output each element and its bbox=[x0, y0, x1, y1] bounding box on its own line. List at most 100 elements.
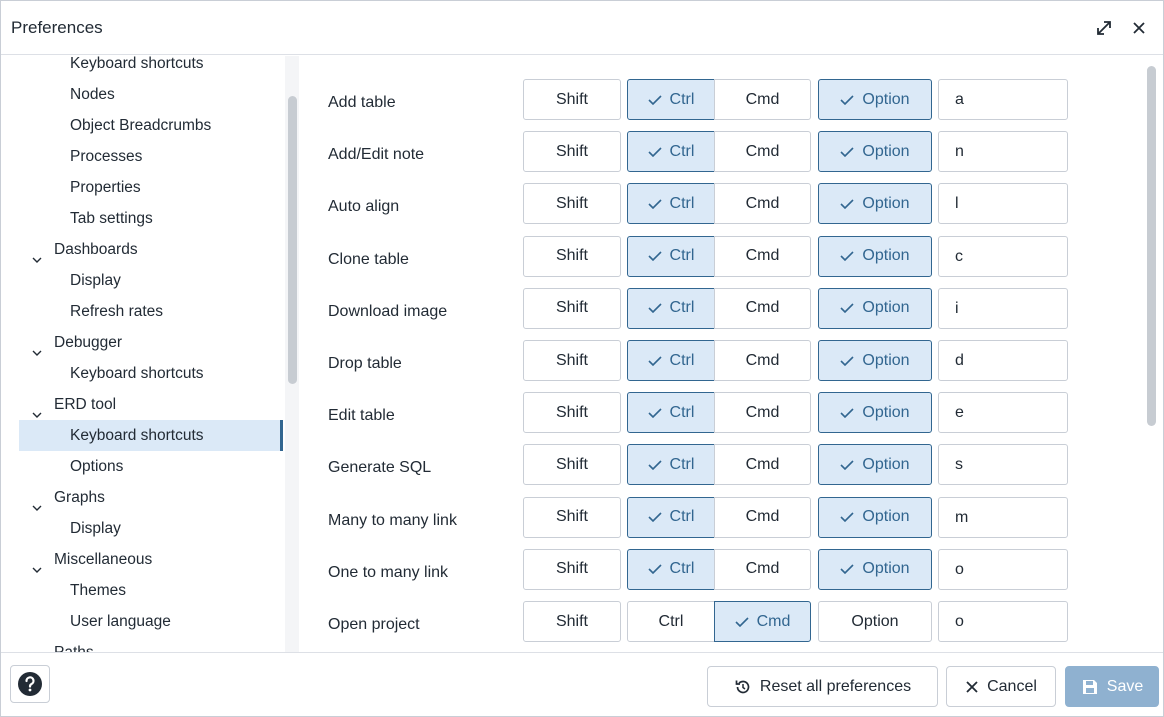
ctrl-toggle-button[interactable]: Ctrl bbox=[627, 601, 715, 642]
shift-toggle-button[interactable]: Shift bbox=[523, 392, 621, 434]
shortcut-key-input[interactable]: a bbox=[938, 79, 1068, 120]
shift-toggle-button[interactable]: Shift bbox=[523, 131, 621, 173]
option-toggle-button[interactable]: Option bbox=[818, 79, 932, 120]
sidebar-item-label: Keyboard shortcuts bbox=[70, 56, 204, 72]
sidebar-item[interactable]: Options bbox=[19, 451, 283, 482]
sidebar-item-label: Display bbox=[70, 272, 121, 289]
shift-toggle-button[interactable]: Shift bbox=[523, 444, 621, 486]
sidebar-item[interactable]: Themes bbox=[19, 575, 283, 606]
sidebar-item[interactable]: Keyboard shortcuts bbox=[19, 56, 283, 79]
cmd-toggle-button[interactable]: Cmd bbox=[714, 183, 811, 225]
option-toggle-button[interactable]: Option bbox=[818, 601, 932, 642]
shortcut-key-input[interactable]: l bbox=[938, 183, 1068, 225]
reset-all-preferences-button[interactable]: Reset all preferences bbox=[707, 666, 938, 707]
shift-toggle-button[interactable]: Shift bbox=[523, 183, 621, 225]
shift-toggle-button[interactable]: Shift bbox=[523, 235, 621, 277]
check-icon bbox=[840, 355, 862, 366]
shortcut-key-input[interactable]: e bbox=[938, 392, 1068, 434]
option-toggle-button[interactable]: Option bbox=[818, 235, 932, 277]
chevron-down-icon[interactable] bbox=[32, 555, 42, 573]
ctrl-toggle-button[interactable]: Ctrl bbox=[627, 444, 715, 486]
sidebar-item[interactable]: Debugger bbox=[19, 327, 283, 358]
cmd-toggle-button[interactable]: Cmd bbox=[714, 287, 811, 329]
shortcut-key-input[interactable]: d bbox=[938, 340, 1068, 381]
ctrl-toggle-button[interactable]: Ctrl bbox=[627, 183, 715, 225]
ctrl-toggle-button[interactable]: Ctrl bbox=[627, 79, 715, 120]
cmd-toggle-button[interactable]: Cmd bbox=[714, 131, 811, 173]
maximize-icon[interactable] bbox=[1090, 14, 1118, 42]
option-toggle-button[interactable]: Option bbox=[818, 183, 932, 225]
option-toggle-button[interactable]: Option bbox=[818, 287, 932, 329]
ctrl-toggle-button[interactable]: Ctrl bbox=[627, 287, 715, 329]
sidebar-item[interactable]: Processes bbox=[19, 141, 283, 172]
option-toggle-button[interactable]: Option bbox=[818, 392, 932, 434]
ctrl-label: Ctrl bbox=[669, 142, 695, 160]
sidebar-item[interactable]: Object Breadcrumbs bbox=[19, 110, 283, 141]
shortcut-key-input[interactable]: o bbox=[938, 548, 1068, 590]
ctrl-toggle-button[interactable]: Ctrl bbox=[627, 235, 715, 277]
sidebar-item[interactable]: Graphs bbox=[19, 482, 283, 513]
shortcut-key-input[interactable]: n bbox=[938, 131, 1068, 173]
option-toggle-button[interactable]: Option bbox=[818, 340, 932, 381]
cmd-toggle-button[interactable]: Cmd bbox=[714, 548, 811, 590]
cancel-button-label: Cancel bbox=[987, 677, 1037, 695]
option-toggle-button[interactable]: Option bbox=[818, 444, 932, 486]
shortcut-key-input[interactable]: o bbox=[938, 601, 1068, 642]
option-label: Option bbox=[862, 351, 910, 369]
ctrl-toggle-button[interactable]: Ctrl bbox=[627, 548, 715, 590]
cmd-toggle-button[interactable]: Cmd bbox=[714, 79, 811, 120]
shift-toggle-button[interactable]: Shift bbox=[523, 340, 621, 381]
sidebar-item[interactable]: Tab settings bbox=[19, 203, 283, 234]
shift-toggle-button[interactable]: Shift bbox=[523, 496, 621, 538]
cmd-toggle-button[interactable]: Cmd bbox=[714, 340, 811, 381]
shift-toggle-button[interactable]: Shift bbox=[523, 601, 621, 642]
chevron-down-icon[interactable] bbox=[32, 338, 42, 356]
chevron-down-icon[interactable] bbox=[32, 493, 42, 511]
shift-toggle-button[interactable]: Shift bbox=[523, 548, 621, 590]
shortcut-key-input[interactable]: c bbox=[938, 235, 1068, 277]
shift-toggle-button[interactable]: Shift bbox=[523, 287, 621, 329]
sidebar-item[interactable]: Display bbox=[19, 513, 283, 544]
save-button[interactable]: Save bbox=[1065, 666, 1159, 707]
help-button[interactable] bbox=[10, 665, 50, 703]
cmd-toggle-button[interactable]: Cmd bbox=[714, 235, 811, 277]
check-icon bbox=[647, 94, 670, 105]
sidebar-item[interactable]: Keyboard shortcuts bbox=[19, 420, 283, 451]
ctrl-toggle-button[interactable]: Ctrl bbox=[627, 496, 715, 538]
shift-toggle-button[interactable]: Shift bbox=[523, 79, 621, 120]
option-toggle-button[interactable]: Option bbox=[818, 496, 932, 538]
chevron-down-icon[interactable] bbox=[32, 400, 42, 418]
content-scrollbar-thumb[interactable] bbox=[1147, 66, 1156, 426]
sidebar-item[interactable]: Display bbox=[19, 265, 283, 296]
chevron-down-icon[interactable] bbox=[32, 245, 42, 263]
cmd-toggle-button[interactable]: Cmd bbox=[714, 392, 811, 434]
sidebar-item[interactable]: ERD tool bbox=[19, 389, 283, 420]
cancel-button[interactable]: Cancel bbox=[946, 666, 1056, 707]
sidebar-item[interactable]: User language bbox=[19, 606, 283, 637]
preferences-dialog: Preferences Keyboard shortcuts Nodes Objec… bbox=[0, 0, 1164, 717]
sidebar-item[interactable]: Keyboard shortcuts bbox=[19, 358, 283, 389]
sidebar-item[interactable]: Nodes bbox=[19, 79, 283, 110]
cmd-toggle-button[interactable]: Cmd bbox=[714, 444, 811, 486]
ctrl-toggle-button[interactable]: Ctrl bbox=[627, 392, 715, 434]
option-toggle-button[interactable]: Option bbox=[818, 548, 932, 590]
cmd-toggle-button[interactable]: Cmd bbox=[714, 601, 811, 642]
shortcut-key-input[interactable]: i bbox=[938, 287, 1068, 329]
ctrl-toggle-button[interactable]: Ctrl bbox=[627, 340, 715, 381]
check-icon bbox=[840, 512, 862, 523]
ctrl-toggle-button[interactable]: Ctrl bbox=[627, 131, 715, 173]
sidebar-scrollbar-thumb[interactable] bbox=[288, 96, 297, 384]
close-icon[interactable] bbox=[1125, 14, 1153, 42]
cmd-toggle-button[interactable]: Cmd bbox=[714, 496, 811, 538]
shortcut-key-input[interactable]: m bbox=[938, 496, 1068, 538]
shortcut-key-input[interactable]: s bbox=[938, 444, 1068, 486]
sidebar-item[interactable]: Paths bbox=[19, 637, 283, 652]
option-toggle-button[interactable]: Option bbox=[818, 131, 932, 173]
sidebar-item[interactable]: Dashboards bbox=[19, 234, 283, 265]
ctrl-label: Ctrl bbox=[669, 403, 695, 421]
shortcut-row: Edit table Shift Ctrl Cmd Option e bbox=[301, 392, 1141, 444]
sidebar-item[interactable]: Refresh rates bbox=[19, 296, 283, 327]
sidebar-item[interactable]: Miscellaneous bbox=[19, 544, 283, 575]
sidebar-item[interactable]: Properties bbox=[19, 172, 283, 203]
shortcut-settings-panel: Add table Shift Ctrl Cmd Option a Add/Edit not… bbox=[301, 56, 1163, 652]
